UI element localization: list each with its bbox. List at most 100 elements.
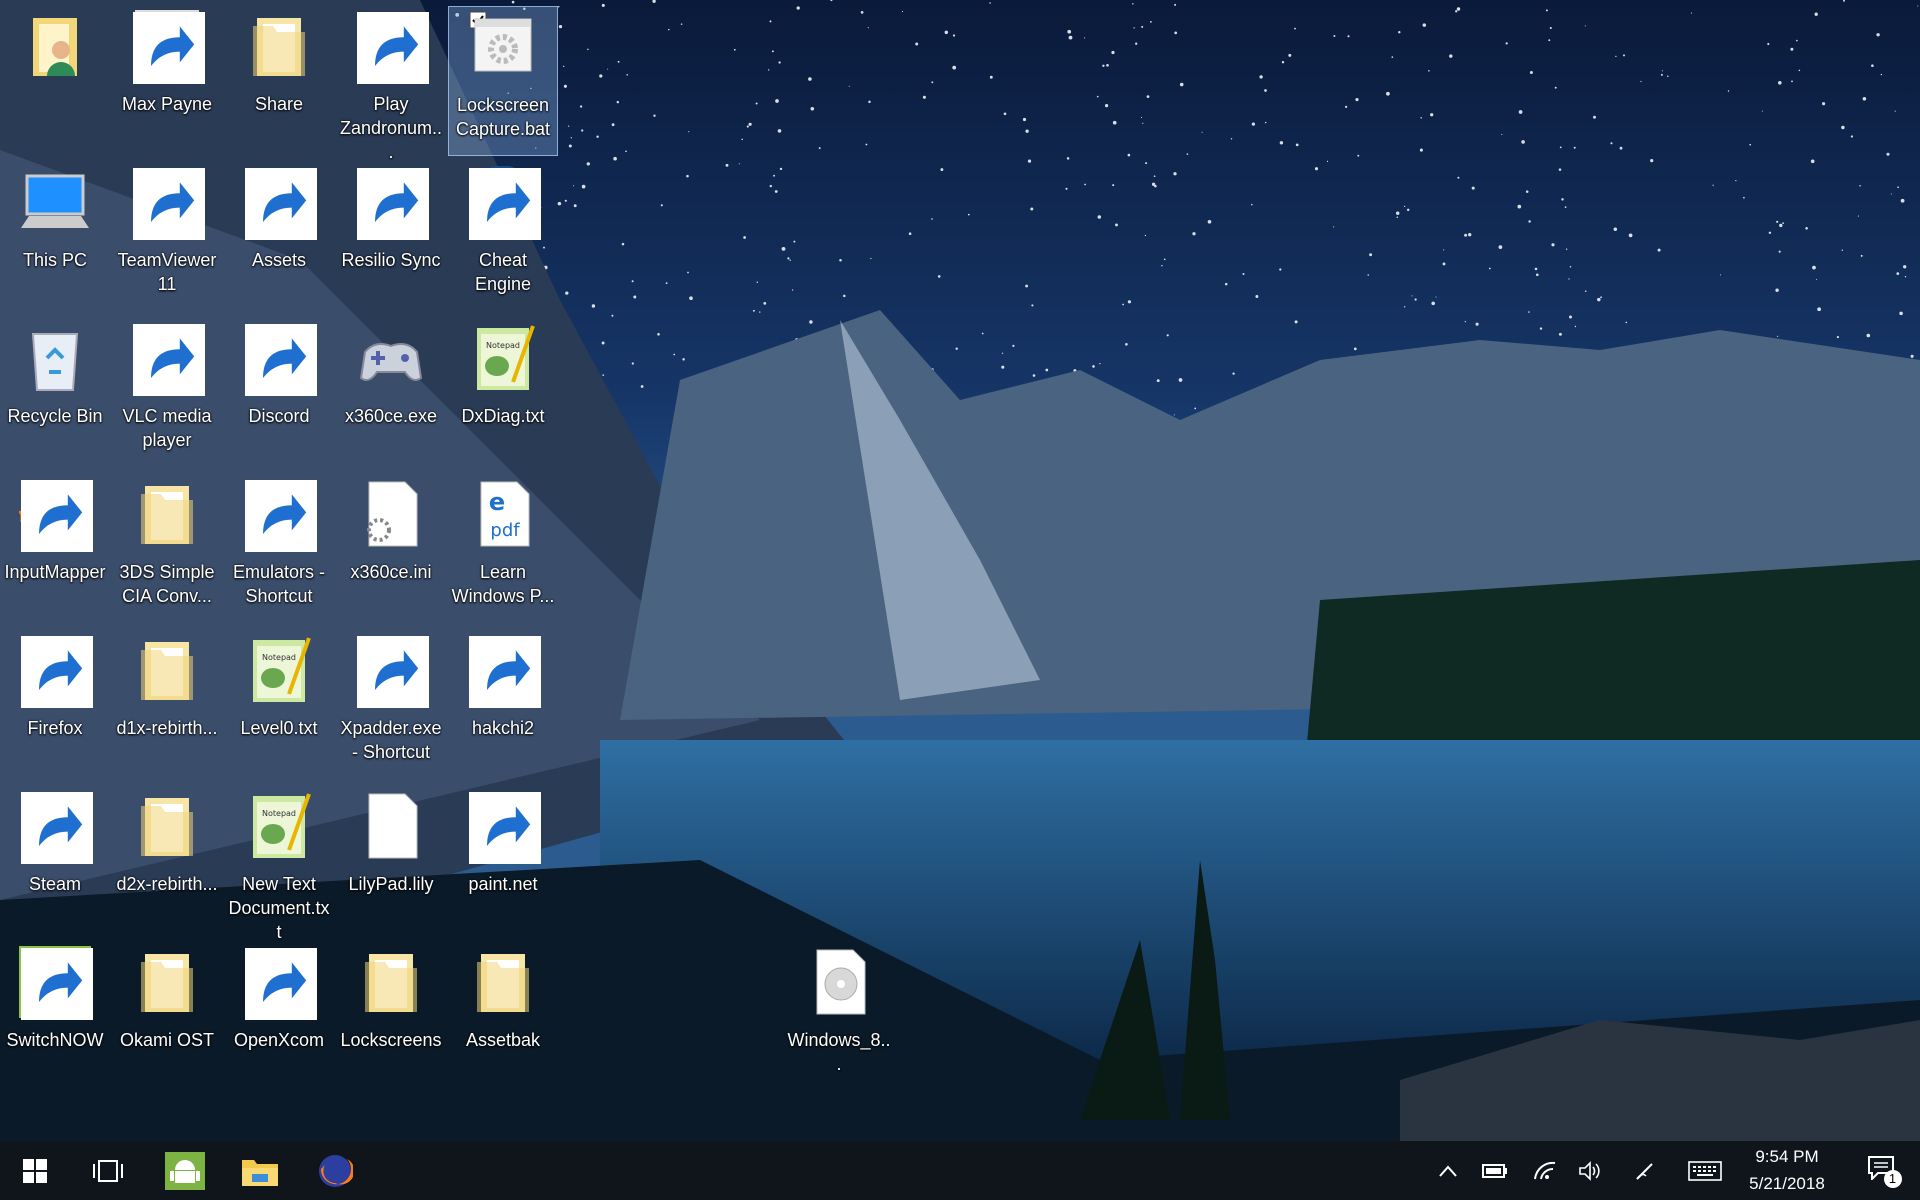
desktop-icon-label: DxDiag.txt xyxy=(461,406,545,426)
desktop-icon-firefox[interactable]: Firefox xyxy=(0,630,110,780)
notepad-icon: Notepad xyxy=(243,790,315,862)
teamviewer-icon xyxy=(131,166,205,240)
keyboard-icon xyxy=(1688,1160,1722,1181)
battery-icon xyxy=(1482,1163,1507,1178)
desktop-icon-label: Lockscreen Capture.bat xyxy=(455,95,551,139)
desktop-icon-discord[interactable]: Discord xyxy=(224,318,334,468)
desktop-icon-new-text[interactable]: Notepad New Text Document.txt xyxy=(224,786,334,942)
desktop-icon-level0[interactable]: Notepad Level0.txt xyxy=(224,630,334,780)
desktop-icon-dxdiag[interactable]: Notepad DxDiag.txt xyxy=(448,318,558,468)
shortcut-arrow-icon xyxy=(21,480,93,552)
pc-icon xyxy=(19,166,91,238)
svg-text:e: e xyxy=(489,488,505,516)
desktop-icon-hakchi2[interactable]: hakchi2 xyxy=(448,630,558,780)
desktop-icon-assetbak[interactable]: Assetbak xyxy=(448,942,558,1092)
pen-icon xyxy=(1636,1162,1653,1180)
vlc-icon xyxy=(131,322,205,396)
desktop-icon-label: Steam xyxy=(28,874,82,894)
desktop-icon-label: Xpadder.exe - Shortcut xyxy=(340,718,442,762)
desktop-icon-label: New Text Document.txt xyxy=(228,874,330,942)
mapper-icon: mapper xyxy=(19,478,93,552)
desktop-icon-inputmapper[interactable]: mapper InputMapper xyxy=(0,474,110,624)
clock-time: 9:54 PM xyxy=(1755,1147,1819,1166)
shortcut-arrow-icon xyxy=(245,324,317,396)
desktop-icon-cheat-engine[interactable]: Cheat Engine xyxy=(448,162,558,312)
shortcut-arrow-icon xyxy=(469,168,541,240)
action-center-button[interactable]: 1 xyxy=(1855,1141,1910,1200)
shortcut-arrow-icon xyxy=(357,12,429,84)
task-view-button[interactable] xyxy=(70,1141,145,1200)
desktop-icon-label: Emulators - Shortcut xyxy=(232,562,326,606)
desktop-icon-play-zandronum[interactable]: Play Zandronum... xyxy=(336,6,446,162)
disc-icon xyxy=(803,946,875,1018)
desktop-icon-teamviewer[interactable]: TeamViewer 11 xyxy=(112,162,222,312)
desktop-icon-3ds[interactable]: 3DS Simple CIA Conv... xyxy=(112,474,222,624)
shortcut-arrow-icon xyxy=(357,636,429,708)
desktop-icon-label: Okami OST xyxy=(119,1030,214,1050)
desktop-icon-recycle-bin[interactable]: Recycle Bin xyxy=(0,318,110,468)
desktop-icon-windows-8[interactable]: Windows_8... xyxy=(784,942,894,1092)
desktop-icon-label: hakchi2 xyxy=(471,718,535,738)
sync-icon xyxy=(355,166,429,240)
desktop-icon-paint-net[interactable]: paint.net xyxy=(448,786,558,936)
firefox-taskbar-button[interactable] xyxy=(305,1141,365,1200)
desktop-icon-x360ce-ini[interactable]: x360ce.ini xyxy=(336,474,446,624)
android-icon xyxy=(165,1151,205,1190)
shortcut-arrow-icon xyxy=(133,168,205,240)
desktop-icon-label: OpenXcom xyxy=(233,1030,325,1050)
desktop-icon-label: Assets xyxy=(251,250,307,270)
desktop-icon-lilypad[interactable]: LilyPad.lily xyxy=(336,786,446,936)
desktop-icon-okami[interactable]: Okami OST xyxy=(112,942,222,1092)
desktop-icon-xpadder[interactable]: Xpadder.exe - Shortcut xyxy=(336,630,446,780)
windows-ink-button[interactable] xyxy=(1625,1141,1665,1200)
android-icon xyxy=(19,946,93,1020)
clock[interactable]: 9:54 PM 5/21/2018 xyxy=(1732,1141,1842,1200)
nes-icon xyxy=(467,634,541,708)
desktop-icon-d1x[interactable]: d1x-rebirth... xyxy=(112,630,222,780)
start-button[interactable] xyxy=(0,1141,70,1200)
volume-button[interactable] xyxy=(1570,1141,1610,1200)
desktop-icon-max-payne[interactable]: Max Payne xyxy=(112,6,222,156)
desktop-icon-label: Play Zandronum... xyxy=(339,94,443,162)
desktop-icon-label: Cheat Engine xyxy=(474,250,532,294)
touch-keyboard-button[interactable] xyxy=(1680,1141,1730,1200)
shortcut-arrow-icon xyxy=(469,636,541,708)
desktop-icon-lockscreen-capture[interactable]: Lockscreen Capture.bat xyxy=(448,6,558,156)
show-hidden-icons-button[interactable] xyxy=(1430,1141,1466,1200)
desktop-icon-user[interactable] xyxy=(0,6,110,156)
shortcut-arrow-icon xyxy=(245,948,317,1020)
desktop-icon-switchnow[interactable]: SwitchNOW xyxy=(0,942,110,1092)
battery-button[interactable] xyxy=(1475,1141,1515,1200)
desktop-icon-label: Lockscreens xyxy=(340,1030,442,1050)
desktop-icon-steam[interactable]: Steam xyxy=(0,786,110,936)
network-button[interactable] xyxy=(1525,1141,1565,1200)
firefox-icon xyxy=(19,634,93,708)
desktop-icon-d2x[interactable]: d2x-rebirth... xyxy=(112,786,222,936)
notepad-icon: Notepad xyxy=(243,634,315,706)
desktop-icon-emulators[interactable]: Emulators - Shortcut xyxy=(224,474,334,624)
android-taskbar-button[interactable] xyxy=(155,1141,215,1200)
cheat-icon xyxy=(467,166,541,240)
desktop-icon-label: x360ce.ini xyxy=(350,562,432,582)
gamepad-icon xyxy=(355,322,427,394)
desktop-icon-x360ce-exe[interactable]: x360ce.exe xyxy=(336,318,446,468)
svg-text:Notepad: Notepad xyxy=(262,809,296,818)
folder-icon xyxy=(131,634,203,706)
svg-text:Notepad: Notepad xyxy=(486,341,520,350)
desktop-icon-label: Max Payne xyxy=(121,94,213,114)
folder-icon xyxy=(243,10,315,82)
file-explorer-taskbar-button[interactable] xyxy=(230,1141,290,1200)
desktop-icon-vlc[interactable]: VLC media player xyxy=(112,318,222,468)
user-folder-icon xyxy=(19,10,91,82)
desktop-icon-lockscreens[interactable]: Lockscreens xyxy=(336,942,446,1092)
desktop-icon-assets[interactable]: Assets xyxy=(224,162,334,312)
desktop-icon-openxcom[interactable]: OpenXcom xyxy=(224,942,334,1092)
desktop-icon-learn-windows[interactable]: pdf e Learn Windows P... xyxy=(448,474,558,624)
desktop-icon-label: d1x-rebirth... xyxy=(116,718,218,738)
blank-icon xyxy=(355,790,427,862)
chevron-up-icon xyxy=(1439,1164,1457,1177)
desktop-icon-share[interactable]: Share xyxy=(224,6,334,156)
desktop-icon-resilio[interactable]: Resilio Sync xyxy=(336,162,446,312)
desktop-icon-this-pc[interactable]: This PC xyxy=(0,162,110,312)
desktop-icon-label: VLC media player xyxy=(122,406,212,450)
